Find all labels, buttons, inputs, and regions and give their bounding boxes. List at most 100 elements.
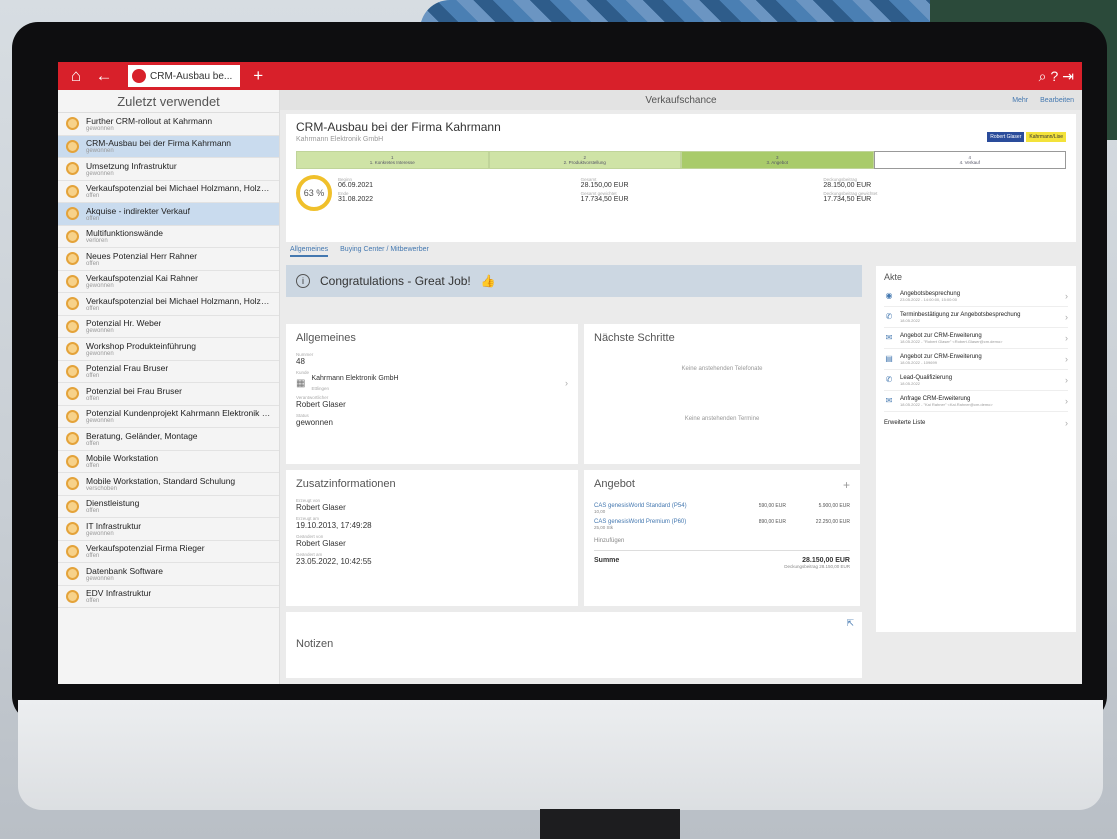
record-item[interactable]: ✆ Lead-Qualifizierung 18.05.2022 › bbox=[884, 370, 1068, 391]
phone-icon: ✆ bbox=[885, 312, 893, 321]
record-item-sub: 23.05.2022 - 14:00:00, 15:00:00 bbox=[900, 296, 957, 302]
tab-opportunity[interactable]: CRM-Ausbau be... bbox=[128, 65, 241, 87]
expand-icon[interactable]: ⇱ bbox=[846, 618, 854, 629]
help-icon[interactable]: ? bbox=[1050, 68, 1058, 85]
opportunity-coin-icon bbox=[66, 454, 79, 468]
stage-1[interactable]: 1 1. Konkretes Interesse bbox=[296, 151, 489, 169]
sidebar-item-status: offen bbox=[86, 598, 100, 605]
opportunity-summary: CRM-Ausbau bei der Firma Kahrmann Kahrma… bbox=[286, 114, 1076, 242]
search-icon[interactable]: ⌕ bbox=[1039, 68, 1047, 85]
customer-city: Ettlingen bbox=[311, 386, 329, 391]
sidebar-item[interactable]: EDV Infrastruktur offen bbox=[58, 586, 279, 608]
number-value: 48 bbox=[296, 357, 305, 366]
sidebar-item-text: CRM-Ausbau bei der Firma Kahrmann gewonne… bbox=[86, 138, 231, 154]
sidebar-item[interactable]: Verkaufspotenzial Kai Rahner gewonnen bbox=[58, 271, 279, 293]
sidebar-item[interactable]: Mobile Workstation, Standard Schulung ver… bbox=[58, 473, 279, 496]
customer-link[interactable]: ▦ Kahrmann Elektronik GmbH Ettlingen › bbox=[296, 375, 568, 391]
back-arrow-icon[interactable]: ← bbox=[94, 66, 114, 86]
sidebar-item[interactable]: Potenzial bei Frau Bruser offen bbox=[58, 383, 279, 406]
status-value: gewonnen bbox=[296, 418, 333, 427]
detail-tabs: Allgemeines Buying Center / Mitbewerber bbox=[290, 246, 1072, 257]
opportunity-icon bbox=[132, 69, 146, 83]
record-item-title: Angebotsbesprechung bbox=[900, 290, 961, 297]
monitor-stand bbox=[540, 809, 680, 839]
sidebar-item-status: offen bbox=[86, 305, 100, 312]
sales-stages: 1 1. Konkretes Interesse 2 2. Produktvorst… bbox=[296, 151, 1066, 169]
sidebar-item[interactable]: Potenzial Kundenprojekt Kahrmann Elektro… bbox=[58, 406, 279, 428]
sidebar-item-title: IT Infrastruktur bbox=[86, 520, 142, 531]
tab-general[interactable]: Allgemeines bbox=[290, 246, 329, 257]
tab-buying-center[interactable]: Buying Center / Mitbewerber bbox=[340, 246, 429, 257]
sidebar-item-text: EDV Infrastruktur offen bbox=[86, 588, 151, 604]
sidebar-item-text: Verkaufspotenzial bei Michael Holzmann, … bbox=[86, 296, 271, 312]
stage-4[interactable]: 4 4. Verkauf bbox=[873, 151, 1066, 169]
sidebar-item-status: offen bbox=[86, 440, 100, 447]
opportunity-coin-icon bbox=[66, 297, 79, 311]
owner-badge: Robert Glaser bbox=[987, 132, 1025, 142]
add-position-link[interactable]: Hinzufügen bbox=[594, 538, 850, 544]
offer-row[interactable]: CAS genesisWorld Standard (P54) 10,00 59… bbox=[594, 503, 850, 514]
sidebar-item[interactable]: Akquise - indirekter Verkauf offen bbox=[58, 203, 279, 226]
opportunity-coin-icon bbox=[66, 207, 79, 221]
begin-value: 06.09.2021 bbox=[338, 182, 374, 189]
offer-row[interactable]: CAS genesisWorld Premium (P60) 25,00 Stk… bbox=[594, 519, 850, 530]
sidebar-item[interactable]: Umsetzung Infrastruktur gewonnen bbox=[58, 158, 279, 181]
home-icon[interactable]: ⌂ bbox=[66, 66, 86, 86]
record-item-text: Terminbestätigung zur Angebotsbesprechun… bbox=[900, 312, 1020, 323]
sidebar-item-text: Multifunktionswände verloren bbox=[86, 228, 163, 244]
record-item[interactable]: ◉ Angebotsbesprechung 23.05.2022 - 14:00:0… bbox=[884, 286, 1068, 307]
project-badge: Kahrmann/Lise bbox=[1026, 132, 1066, 142]
sidebar-item[interactable]: Multifunktionswände verloren bbox=[58, 226, 279, 248]
sidebar-item-title: Potenzial Frau Bruser bbox=[86, 363, 169, 374]
offer-header: Angebot + bbox=[594, 478, 850, 498]
chevron-right-icon: › bbox=[1065, 375, 1068, 385]
more-button[interactable]: Mehr bbox=[1012, 97, 1028, 104]
sidebar-item-title: Potenzial Hr. Weber bbox=[86, 318, 162, 329]
sidebar-item-text: IT Infrastruktur gewonnen bbox=[86, 521, 141, 537]
sidebar-item[interactable]: Verkaufspotenzial Firma Rieger offen bbox=[58, 541, 279, 563]
record-list: ◉ Angebotsbesprechung 23.05.2022 - 14:00:0… bbox=[884, 286, 1068, 412]
opportunity-coin-icon bbox=[66, 522, 79, 536]
sidebar-item[interactable]: Dienstleistung offen bbox=[58, 496, 279, 518]
record-item[interactable]: ✉ Anfrage CRM-Erweiterung 18.05.2022 - "Ka… bbox=[884, 391, 1068, 412]
mail-icon: ✉ bbox=[885, 396, 893, 405]
add-tab-icon[interactable]: + bbox=[248, 66, 268, 86]
sidebar-item-text: Neues Potenzial Herr Rahner offen bbox=[86, 251, 197, 267]
sidebar-item-status: offen bbox=[86, 395, 100, 402]
sidebar-item[interactable]: Verkaufspotenzial bei Michael Holzmann, … bbox=[58, 293, 279, 316]
sidebar-item[interactable]: Potenzial Hr. Weber gewonnen bbox=[58, 316, 279, 338]
record-item[interactable]: ▤ Angebot zur CRM-Erweiterung 18.05.2022 -… bbox=[884, 349, 1068, 370]
stage-2[interactable]: 2 2. Produktvorstellung bbox=[488, 151, 681, 169]
record-item-title: Terminbestätigung zur Angebotsbesprechun… bbox=[900, 311, 1021, 318]
stage-label: 4. Verkauf bbox=[959, 160, 980, 165]
sidebar-item-text: Further CRM-rollout at Kahrmann gewonnen bbox=[86, 116, 212, 132]
record-item-sub: 18.05.2022 bbox=[900, 380, 921, 386]
sidebar-item[interactable]: Neues Potenzial Herr Rahner offen bbox=[58, 248, 279, 271]
sidebar-item[interactable]: Datenbank Software gewonnen bbox=[58, 563, 279, 586]
edit-button[interactable]: Bearbeiten bbox=[1040, 97, 1074, 104]
add-offer-icon[interactable]: + bbox=[843, 478, 850, 498]
dates-column: Beginn 06.09.2021 Ende 31.08.2022 bbox=[338, 175, 581, 211]
sidebar-item[interactable]: Mobile Workstation offen bbox=[58, 451, 279, 473]
stage-3[interactable]: 3 3. Angebot bbox=[681, 151, 874, 169]
sidebar-item[interactable]: Verkaufspotenzial bei Michael Holzmann, … bbox=[58, 181, 279, 203]
sidebar-item[interactable]: CRM-Ausbau bei der Firma Kahrmann gewonne… bbox=[58, 135, 279, 158]
opportunity-coin-icon bbox=[66, 409, 79, 423]
top-actions: ⌕ ? ⇥ bbox=[1039, 68, 1082, 85]
record-item[interactable]: ✉ Angebot zur CRM-Erweiterung 18.05.2022 -… bbox=[884, 328, 1068, 349]
sidebar-item[interactable]: Potenzial Frau Bruser offen bbox=[58, 361, 279, 383]
record-title: Akte bbox=[884, 272, 903, 282]
opportunity-coin-icon bbox=[66, 342, 79, 356]
record-item-sub: 18.05.2022 - "Kai Rahner" <Kai.Rahner@cm… bbox=[900, 401, 993, 407]
sidebar-item[interactable]: Beratung, Geländer, Montage offen bbox=[58, 428, 279, 451]
sidebar-item[interactable]: Workshop Produkteinführung gewonnen bbox=[58, 338, 279, 361]
logout-icon[interactable]: ⇥ bbox=[1062, 68, 1074, 85]
extended-list-link[interactable]: Erweiterte Liste › bbox=[884, 412, 1068, 433]
sidebar-item[interactable]: IT Infrastruktur gewonnen bbox=[58, 518, 279, 541]
opportunity-coin-icon bbox=[66, 544, 79, 558]
record-item[interactable]: ✆ Terminbestätigung zur Angebotsbesprechu… bbox=[884, 307, 1068, 328]
changed-by-value: Robert Glaser bbox=[296, 539, 346, 548]
sidebar-item[interactable]: Further CRM-rollout at Kahrmann gewonnen bbox=[58, 113, 279, 136]
company-name[interactable]: Kahrmann Elektronik GmbH bbox=[296, 136, 1066, 143]
margin-weighted-value: 17.734,50 EUR bbox=[823, 196, 872, 203]
